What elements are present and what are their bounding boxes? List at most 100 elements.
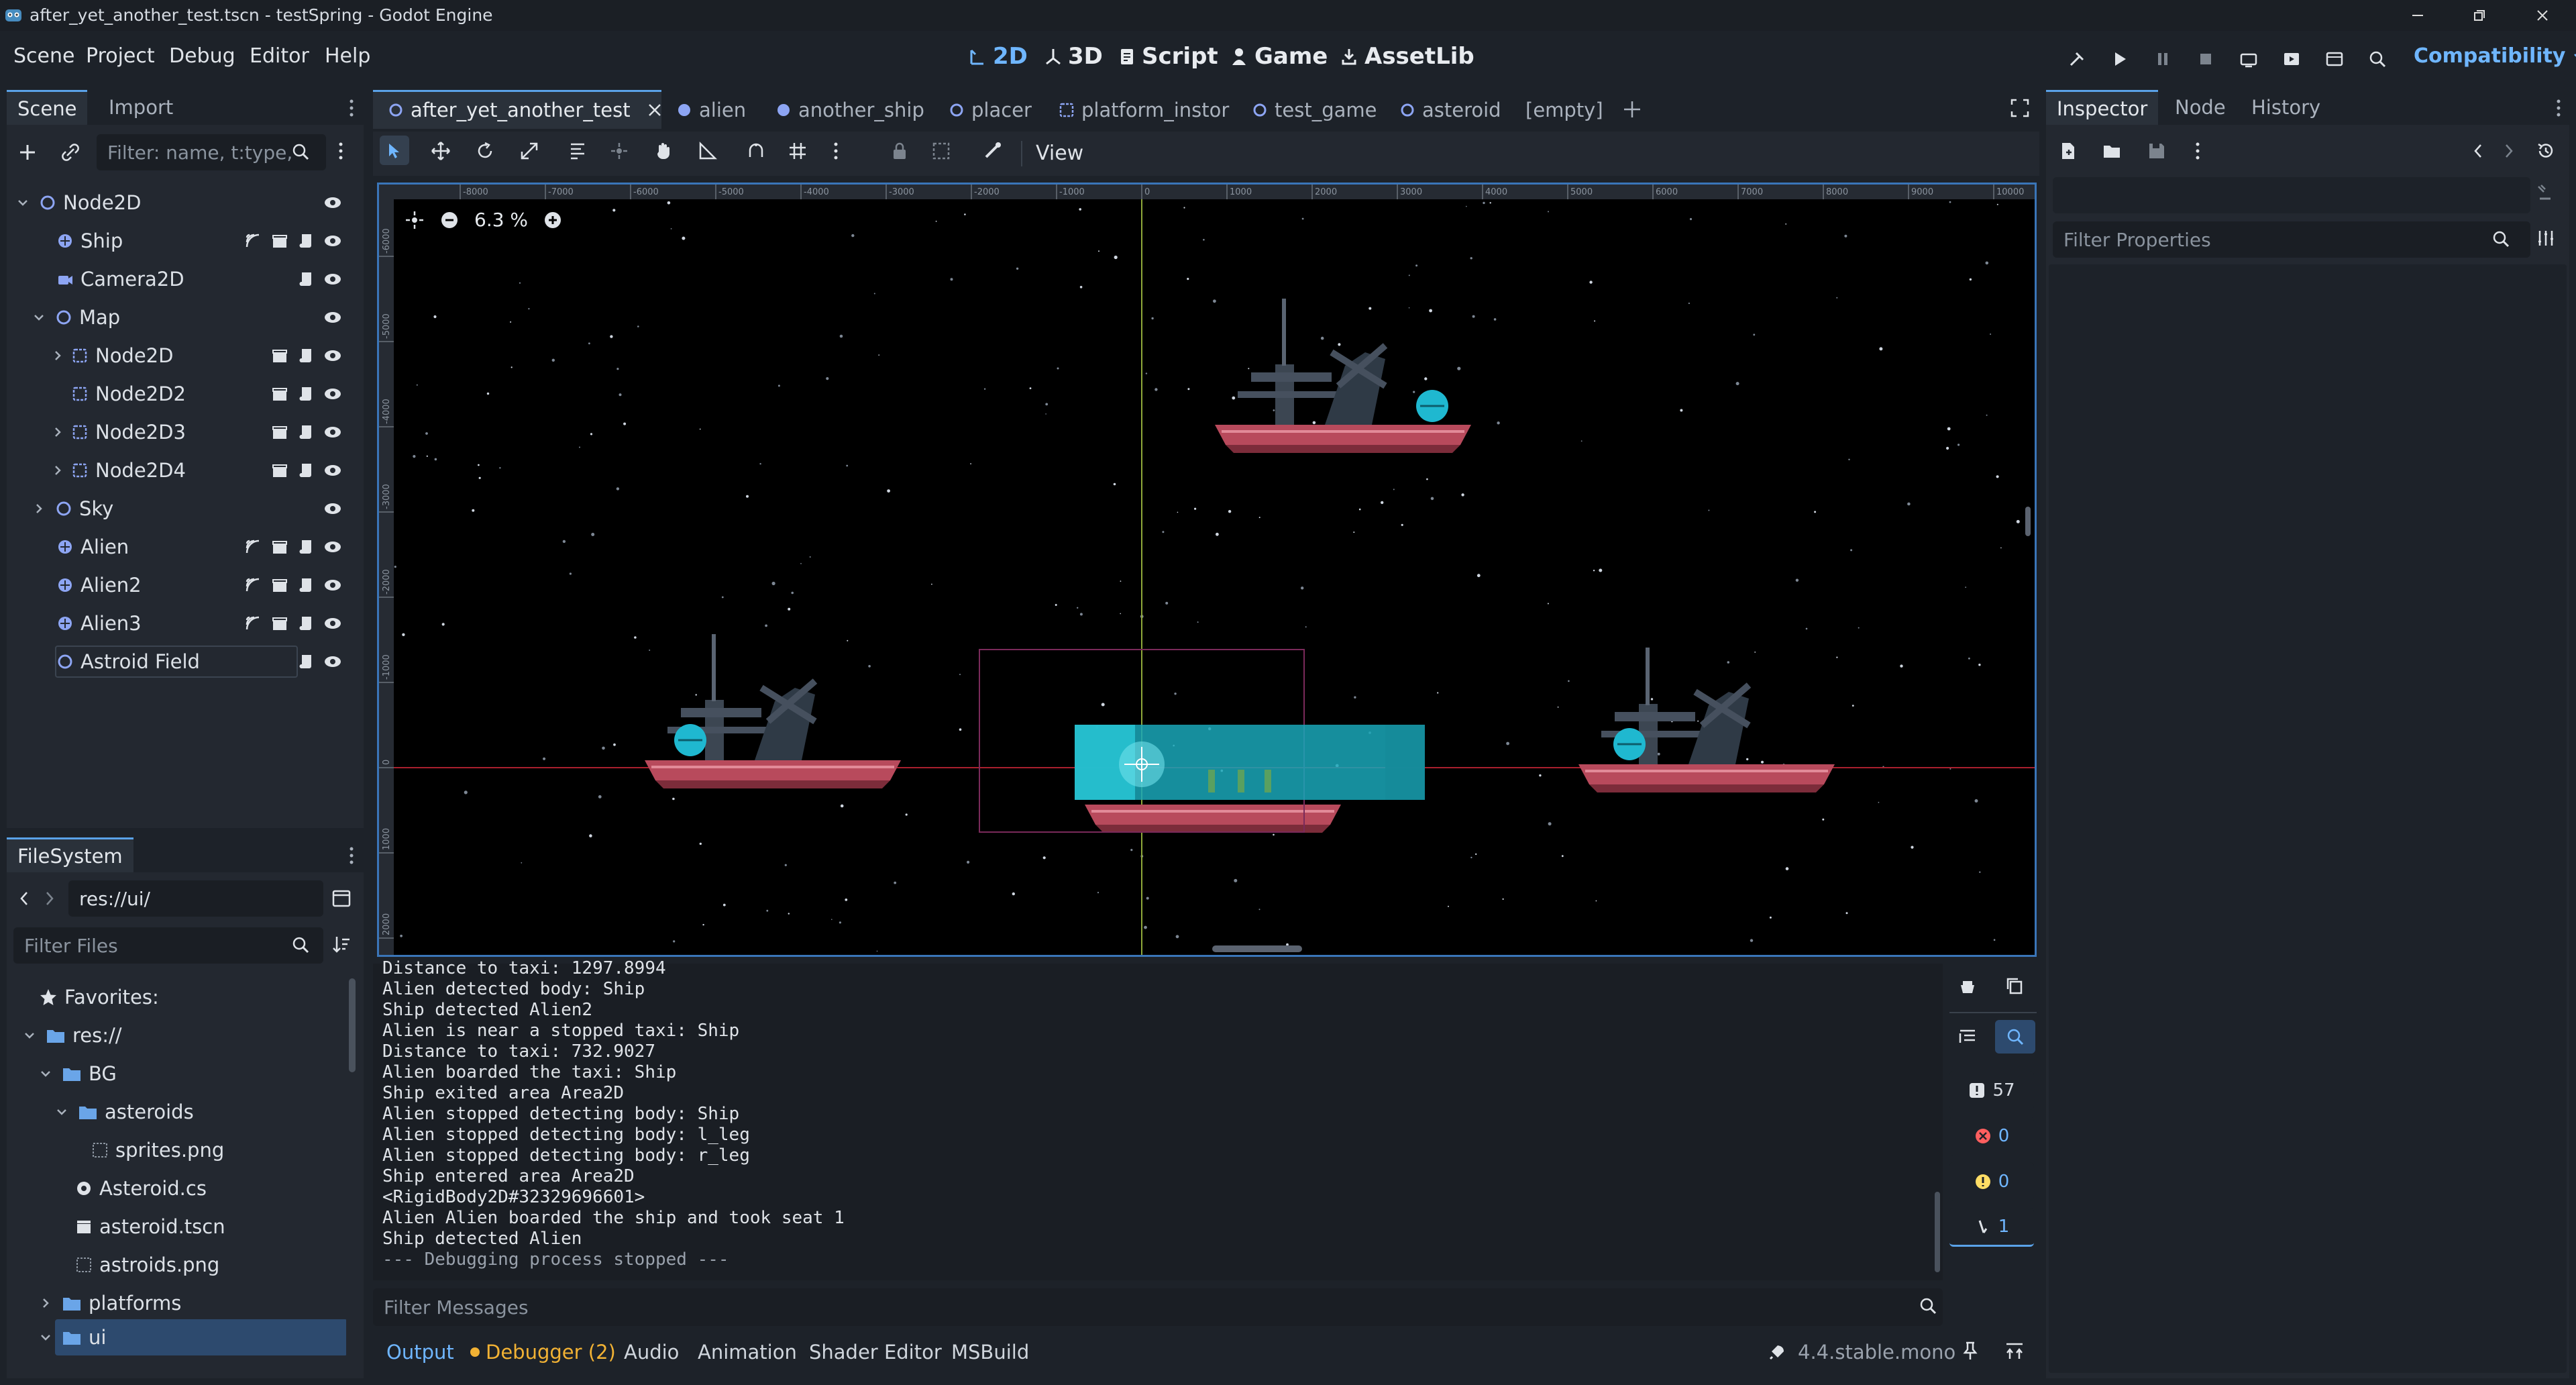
zoom-in-icon[interactable] xyxy=(543,210,563,230)
sort-icon[interactable] xyxy=(331,934,352,954)
workspace-script[interactable]: Script xyxy=(1119,43,1218,70)
bottom-tab-animation[interactable]: Animation xyxy=(698,1341,797,1364)
recent-history-icon[interactable] xyxy=(2536,141,2556,161)
visibility-eye-icon[interactable] xyxy=(323,617,342,630)
tab-filesystem[interactable]: FileSystem xyxy=(7,837,133,872)
folder-platforms[interactable]: platforms xyxy=(39,1284,181,1322)
close-tab-icon[interactable] xyxy=(647,102,663,118)
warning-count-toggle[interactable]: 0 xyxy=(1949,1162,2034,1201)
tree-node-map-node2d[interactable]: Node2D xyxy=(16,337,364,374)
bottom-tab-debugger[interactable]: Debugger (2) xyxy=(470,1341,616,1364)
open-scene-clapper-icon[interactable] xyxy=(271,576,288,594)
editor-tab-after-yet-another-test[interactable]: after_yet_another_test xyxy=(388,95,663,125)
bottom-tab-audio[interactable]: Audio xyxy=(624,1341,679,1364)
tree-node-astroid-field[interactable]: Astroid Field xyxy=(16,643,364,680)
editor-tab-placer[interactable]: placer xyxy=(949,95,1032,125)
scale-mode-icon[interactable] xyxy=(519,141,539,161)
open-scene-clapper-icon[interactable] xyxy=(271,232,288,250)
editor-tab-another-ship[interactable]: another_ship xyxy=(775,95,924,125)
script-attached-icon[interactable] xyxy=(298,270,314,288)
menu-project[interactable]: Project xyxy=(86,44,155,68)
visibility-eye-icon[interactable] xyxy=(323,272,342,286)
editor-message-toggle[interactable]: 1 xyxy=(1949,1208,2034,1247)
chevron-down-icon[interactable] xyxy=(39,1067,52,1080)
lock-icon[interactable] xyxy=(890,141,910,161)
bottom-tab-output[interactable]: Output xyxy=(386,1341,454,1364)
renderer-select[interactable]: Compatibility xyxy=(2414,44,2576,68)
view-menu-button[interactable]: View xyxy=(1036,142,1083,165)
ruler-mode-icon[interactable] xyxy=(698,141,718,161)
smart-snap-icon[interactable] xyxy=(746,141,766,161)
file-asteroid-tscn[interactable]: asteroid.tscn xyxy=(75,1208,225,1245)
rotate-mode-icon[interactable] xyxy=(475,141,495,161)
tree-node-map-node2d3[interactable]: Node2D3 xyxy=(16,413,364,451)
profiler-icon[interactable] xyxy=(2364,46,2391,72)
signal-icon[interactable] xyxy=(244,232,262,250)
ruler-list-icon[interactable] xyxy=(568,141,588,161)
visibility-eye-icon[interactable] xyxy=(323,425,342,439)
visibility-eye-icon[interactable] xyxy=(323,655,342,668)
distraction-free-icon[interactable] xyxy=(2010,98,2030,118)
visibility-eye-icon[interactable] xyxy=(323,502,342,515)
tree-node-sky[interactable]: Sky xyxy=(16,490,364,527)
chevron-down-icon[interactable] xyxy=(55,1105,68,1119)
tree-node-map-node2d4[interactable]: Node2D4 xyxy=(16,452,364,489)
chevron-right-icon[interactable] xyxy=(51,425,64,439)
forward-arrow-icon[interactable] xyxy=(43,890,56,907)
menu-help[interactable]: Help xyxy=(325,44,370,68)
run-current-scene-icon[interactable] xyxy=(2278,46,2305,72)
zoom-level[interactable]: 6.3 % xyxy=(474,209,528,231)
tree-node-camera2d[interactable]: Camera2D xyxy=(16,260,364,298)
instance-scene-icon[interactable] xyxy=(60,142,80,162)
workspace-3d[interactable]: 3D xyxy=(1044,43,1103,70)
folder-res[interactable]: res:// xyxy=(23,1017,122,1054)
file-sprites-png[interactable]: sprites.png xyxy=(91,1131,224,1169)
close-window-icon[interactable] xyxy=(2522,3,2563,28)
tab-node[interactable]: Node xyxy=(2164,90,2237,125)
output-log[interactable]: Distance to taxi: 1297.8994 Alien detect… xyxy=(373,958,1943,1280)
message-count-toggle[interactable]: 57 xyxy=(1949,1071,2034,1110)
canvas-viewport[interactable]: -8000 -7000 -6000 -5000 -4000 -3000 -2000 -1000… xyxy=(377,183,2037,957)
bottom-tab-msbuild[interactable]: MSBuild xyxy=(951,1341,1029,1364)
move-mode-icon[interactable] xyxy=(431,141,451,161)
chevron-down-icon[interactable] xyxy=(39,1331,52,1344)
chevron-right-icon[interactable] xyxy=(32,502,46,515)
resource-menu-icon[interactable] xyxy=(2195,141,2200,161)
filter-properties-input[interactable]: Filter Properties xyxy=(2053,221,2530,258)
open-scene-clapper-icon[interactable] xyxy=(271,615,288,632)
signal-icon[interactable] xyxy=(244,615,262,632)
script-attached-icon[interactable] xyxy=(298,538,314,556)
script-attached-icon[interactable] xyxy=(298,576,314,594)
editor-tab-test-game[interactable]: test_game xyxy=(1252,95,1377,125)
restore-icon[interactable] xyxy=(2459,3,2500,28)
scene-canvas[interactable]: -8000 -7000 -6000 -5000 -4000 -3000 -2000 -1000… xyxy=(379,185,2035,955)
file-filter-input[interactable]: Filter Files xyxy=(13,927,323,964)
copy-log-icon[interactable] xyxy=(2004,976,2025,996)
minimize-icon[interactable] xyxy=(2398,3,2438,28)
script-attached-icon[interactable] xyxy=(298,347,314,364)
history-forward-icon[interactable] xyxy=(2502,141,2516,161)
script-attached-icon[interactable] xyxy=(298,232,314,250)
remote-debug-icon[interactable] xyxy=(2063,46,2090,72)
history-back-icon[interactable] xyxy=(2471,141,2485,161)
ship-sprite[interactable] xyxy=(1075,725,1425,800)
zoom-out-icon[interactable] xyxy=(439,210,460,230)
collapse-duplicates-icon[interactable] xyxy=(1957,1027,1978,1047)
visibility-eye-icon[interactable] xyxy=(323,349,342,362)
visibility-eye-icon[interactable] xyxy=(323,387,342,401)
tree-node-map[interactable]: Map xyxy=(16,299,364,336)
script-attached-icon[interactable] xyxy=(298,423,314,441)
center-view-icon[interactable] xyxy=(405,210,425,230)
chevron-down-icon[interactable] xyxy=(23,1029,36,1042)
back-arrow-icon[interactable] xyxy=(17,890,31,907)
editor-tab-alien[interactable]: alien xyxy=(676,95,746,125)
folder-bg[interactable]: BG xyxy=(39,1055,117,1092)
grid-snap-icon[interactable] xyxy=(788,141,808,161)
visibility-eye-icon[interactable] xyxy=(323,196,342,209)
script-attached-icon[interactable] xyxy=(298,462,314,479)
save-resource-icon[interactable] xyxy=(2147,141,2167,161)
bottom-tab-shader-editor[interactable]: Shader Editor xyxy=(809,1341,942,1364)
workspace-game[interactable]: Game xyxy=(1230,43,1328,70)
object-selector[interactable] xyxy=(2053,177,2530,213)
pan-hand-icon[interactable] xyxy=(653,141,674,161)
